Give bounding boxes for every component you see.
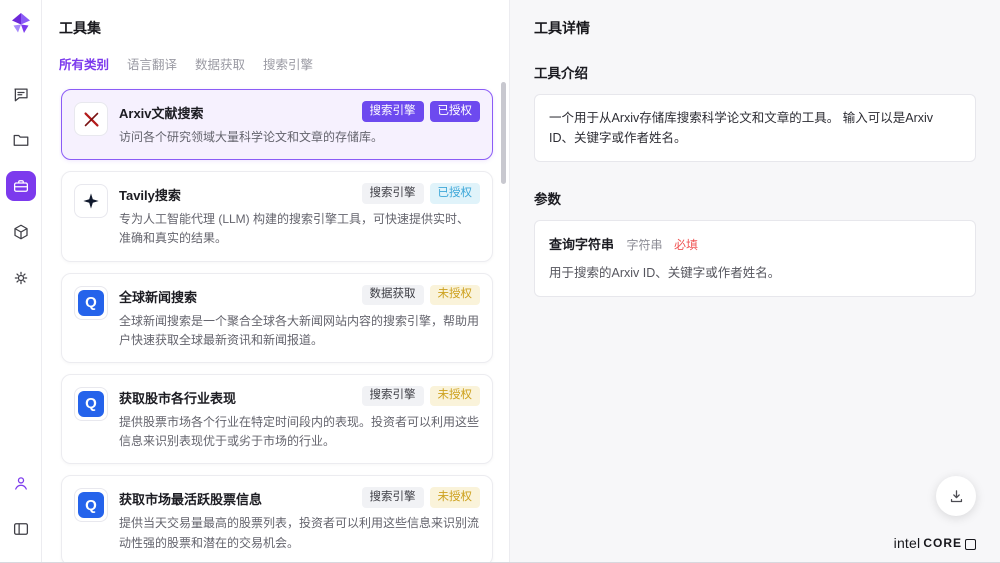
gear-icon[interactable]	[6, 263, 36, 293]
auth-status-badge: 未授权	[430, 487, 481, 508]
download-icon	[948, 488, 965, 505]
tool-card-5[interactable]: Q获取市场最活跃股票信息提供当天交易量最高的股票列表，投资者可以利用这些信息来识…	[61, 475, 493, 562]
intel-core-badge: intel CORE	[894, 535, 976, 551]
intel-series: CORE	[923, 536, 962, 550]
auth-status-badge: 已授权	[430, 101, 481, 122]
tool-detail-panel: 工具详情 工具介绍 一个用于从Arxiv存储库搜索科学论文和文章的工具。 输入可…	[510, 0, 1000, 562]
tab-category-3[interactable]: 搜索引擎	[263, 54, 313, 73]
tool-card-4[interactable]: Q获取股市各行业表现提供股票市场各个行业在特定时间段内的表现。投资者可以利用这些…	[61, 374, 493, 464]
tool-description: 提供股票市场各个行业在特定时间段内的表现。投资者可以利用这些信息来识别表现优于或…	[119, 413, 480, 451]
category-badge: 搜索引擎	[362, 183, 424, 204]
tool-card-1[interactable]: Arxiv文献搜索访问各个研究领域大量科学论文和文章的存储库。搜索引擎已授权	[61, 89, 493, 160]
auth-status-badge: 已授权	[430, 183, 481, 204]
category-badge: 搜索引擎	[362, 386, 424, 407]
tab-category-0[interactable]: 所有类别	[59, 54, 109, 73]
intro-box: 一个用于从Arxiv存储库搜索科学论文和文章的工具。 输入可以是Arxiv ID…	[534, 94, 976, 162]
params-section-title: 参数	[534, 188, 976, 208]
tool-card-2[interactable]: Tavily搜索专为人工智能代理 (LLM) 构建的搜索引擎工具，可快速提供实时…	[61, 171, 493, 261]
icon-rail	[0, 0, 42, 562]
category-tabs: 所有类别语言翻译数据获取搜索引擎	[59, 54, 509, 73]
param-type: 字符串	[626, 238, 662, 252]
intel-chip-mark	[965, 539, 976, 550]
auth-status-badge: 未授权	[430, 285, 481, 306]
arxiv-icon	[74, 102, 108, 136]
param-description: 用于搜索的Arxiv ID、关键字或作者姓名。	[549, 264, 961, 283]
auth-status-badge: 未授权	[430, 386, 481, 407]
package-icon[interactable]	[6, 217, 36, 247]
category-badge: 搜索引擎	[362, 487, 424, 508]
intel-brand: intel	[894, 535, 921, 551]
intro-text: 一个用于从Arxiv存储库搜索科学论文和文章的工具。 输入可以是Arxiv ID…	[549, 108, 961, 148]
detail-title: 工具详情	[534, 18, 976, 38]
param-box: 查询字符串 字符串 必填 用于搜索的Arxiv ID、关键字或作者姓名。	[534, 220, 976, 297]
tool-card-list: Arxiv文献搜索访问各个研究领域大量科学论文和文章的存储库。搜索引擎已授权Ta…	[59, 87, 509, 562]
app-logo	[10, 12, 32, 39]
param-name: 查询字符串	[549, 237, 614, 252]
tool-description: 全球新闻搜索是一个聚合全球各大新闻网站内容的搜索引擎，帮助用户快速获取全球最新资…	[119, 312, 480, 350]
scrollbar-thumb[interactable]	[501, 82, 506, 184]
blue-q-icon: Q	[74, 387, 108, 421]
blue-q-icon: Q	[74, 488, 108, 522]
tab-category-1[interactable]: 语言翻译	[127, 54, 177, 73]
page-title: 工具集	[59, 18, 509, 38]
tab-category-2[interactable]: 数据获取	[195, 54, 245, 73]
blue-q-icon: Q	[74, 286, 108, 320]
param-required-badge: 必填	[674, 238, 698, 252]
tool-description: 专为人工智能代理 (LLM) 构建的搜索引擎工具，可快速提供实时、准确和真实的结…	[119, 210, 480, 248]
user-icon[interactable]	[6, 468, 36, 498]
chat-icon[interactable]	[6, 79, 36, 109]
category-badge: 数据获取	[362, 285, 424, 306]
tavily-sparkle-icon	[74, 184, 108, 218]
intro-section-title: 工具介绍	[534, 62, 976, 82]
tool-list-panel: 工具集 所有类别语言翻译数据获取搜索引擎 Arxiv文献搜索访问各个研究领域大量…	[42, 0, 510, 562]
folder-icon[interactable]	[6, 125, 36, 155]
list-scrollbar	[501, 82, 506, 556]
tool-description: 提供当天交易量最高的股票列表，投资者可以利用这些信息来识别流动性强的股票和潜在的…	[119, 514, 480, 552]
category-badge: 搜索引擎	[362, 101, 424, 122]
briefcase-icon[interactable]	[6, 171, 36, 201]
tool-card-3[interactable]: Q全球新闻搜索全球新闻搜索是一个聚合全球各大新闻网站内容的搜索引擎，帮助用户快速…	[61, 273, 493, 363]
download-button[interactable]	[936, 476, 976, 516]
panel-icon[interactable]	[6, 514, 36, 544]
app-window: 工具集 所有类别语言翻译数据获取搜索引擎 Arxiv文献搜索访问各个研究领域大量…	[0, 0, 1000, 563]
tool-description: 访问各个研究领域大量科学论文和文章的存储库。	[119, 128, 480, 147]
